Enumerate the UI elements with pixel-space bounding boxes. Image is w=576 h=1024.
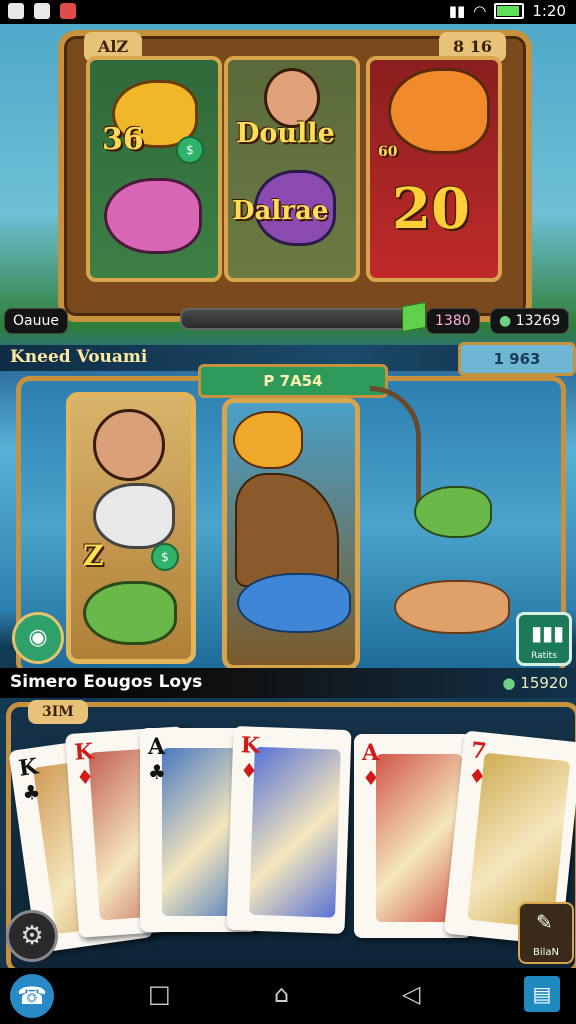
- card-suit-icon: ♣: [148, 760, 166, 784]
- coin-icon: ●: [502, 674, 516, 692]
- green-fish-icon: [83, 581, 177, 645]
- card-art: [249, 746, 341, 918]
- reel1-symbol-text: 36: [102, 122, 144, 157]
- settings-button[interactable]: ⚙: [6, 910, 58, 962]
- fishing-title: Kneed Vouami: [10, 347, 148, 367]
- card-suit-icon: ♦: [239, 758, 259, 783]
- cards-banner: Simero Eougos Loys ● 15920: [0, 668, 576, 698]
- square-icon[interactable]: □: [148, 980, 171, 1008]
- reel2-text-line2: Dalrae: [232, 196, 329, 226]
- hooked-fish-icon: [414, 486, 492, 538]
- cards-coin-display: ● 15920: [502, 674, 568, 692]
- bar-chart-icon: ▮▮▮: [531, 621, 565, 645]
- camera-button[interactable]: ◉: [12, 612, 64, 664]
- card-rank: K: [73, 738, 95, 766]
- gem-icon: [402, 301, 426, 333]
- notification-icon: [34, 3, 50, 19]
- reel2-text-line1: Doulle: [236, 118, 335, 149]
- card-rank: A: [148, 734, 166, 760]
- coin-icon: $: [151, 543, 179, 571]
- coin-icon: ●: [499, 313, 512, 329]
- wifi-icon: ◠: [473, 2, 487, 20]
- notification-icon: [8, 3, 24, 19]
- slot-bottom-left-pill: Oauue: [4, 308, 68, 334]
- battery-fill: [497, 6, 520, 16]
- cards-title: Simero Eougos Loys: [10, 672, 203, 692]
- orange-fish-icon: [388, 68, 490, 154]
- fishing-counter-center: P 7A54: [198, 364, 388, 398]
- app-icon[interactable]: ▤: [524, 976, 560, 1012]
- camera-icon: ◉: [28, 625, 48, 650]
- card-suit-icon: ♣: [20, 779, 42, 806]
- stats-button[interactable]: ▮▮▮ Ratits: [516, 612, 572, 666]
- blue-fish-icon: [237, 573, 351, 633]
- card-rank: K: [17, 753, 40, 782]
- pencil-icon: ✎: [536, 910, 553, 934]
- coin-balance: ● 13269: [490, 308, 570, 334]
- playing-card[interactable]: K ♦: [226, 726, 352, 934]
- xp-progress-bar: [180, 308, 424, 330]
- slot-reel-3[interactable]: 60 20: [366, 56, 502, 282]
- card-top-label: 3IM: [28, 700, 88, 724]
- status-bar: ▮▮ ◠ 1:20: [0, 0, 576, 24]
- clock: 1:20: [532, 2, 566, 20]
- signal-icon: ▮▮: [448, 2, 466, 20]
- xp-value: 1380: [426, 308, 480, 334]
- coin-icon: $: [176, 136, 204, 164]
- app-icon[interactable]: ☎: [10, 974, 54, 1018]
- yellow-fish-icon: [233, 411, 303, 469]
- fishing-counter-top: 1 963: [458, 342, 576, 376]
- back-icon[interactable]: ◁: [402, 980, 420, 1008]
- fishing-mid-reel[interactable]: [222, 398, 360, 670]
- home-icon[interactable]: ⌂: [274, 980, 289, 1008]
- reel3-corner-text: 60: [378, 144, 398, 160]
- side-reel-text: Z: [83, 539, 104, 572]
- slot-reel-2[interactable]: Doulle Dalrae: [224, 56, 360, 282]
- slot-reel-1[interactable]: 36 $: [86, 56, 222, 282]
- card-suit-icon: ♦: [362, 766, 380, 790]
- notification-icons: [8, 3, 76, 19]
- orange-fish-icon: [394, 580, 510, 634]
- stats-button-label: Ratits: [531, 651, 557, 661]
- card-rank: 7: [469, 737, 488, 765]
- fisherman-portrait-icon: [93, 409, 165, 481]
- reel3-big-number: 20: [392, 176, 470, 242]
- coin-balance-value: 13269: [515, 313, 561, 329]
- fishing-side-reel[interactable]: Z $: [66, 392, 196, 664]
- card-suit-icon: ♦: [75, 764, 95, 790]
- edit-button[interactable]: ✎ BilaN: [518, 902, 574, 964]
- xp-progress-fill: [182, 310, 403, 328]
- cards-coin-value: 15920: [520, 674, 568, 692]
- card-rank: A: [362, 740, 380, 766]
- gear-icon: ⚙: [20, 921, 44, 951]
- boat-icon: [235, 473, 339, 587]
- notification-icon: [60, 3, 76, 19]
- white-shark-icon: [93, 483, 175, 549]
- status-right: ▮▮ ◠ 1:20: [449, 2, 566, 20]
- pink-fish-icon: [104, 178, 202, 254]
- edit-button-label: BilaN: [532, 947, 560, 958]
- card-suit-icon: ♦: [467, 763, 488, 789]
- card-rank: K: [240, 732, 261, 759]
- navigation-bar: ☎ □ ⌂ ◁ ▤: [0, 968, 576, 1024]
- battery-icon: [494, 3, 525, 19]
